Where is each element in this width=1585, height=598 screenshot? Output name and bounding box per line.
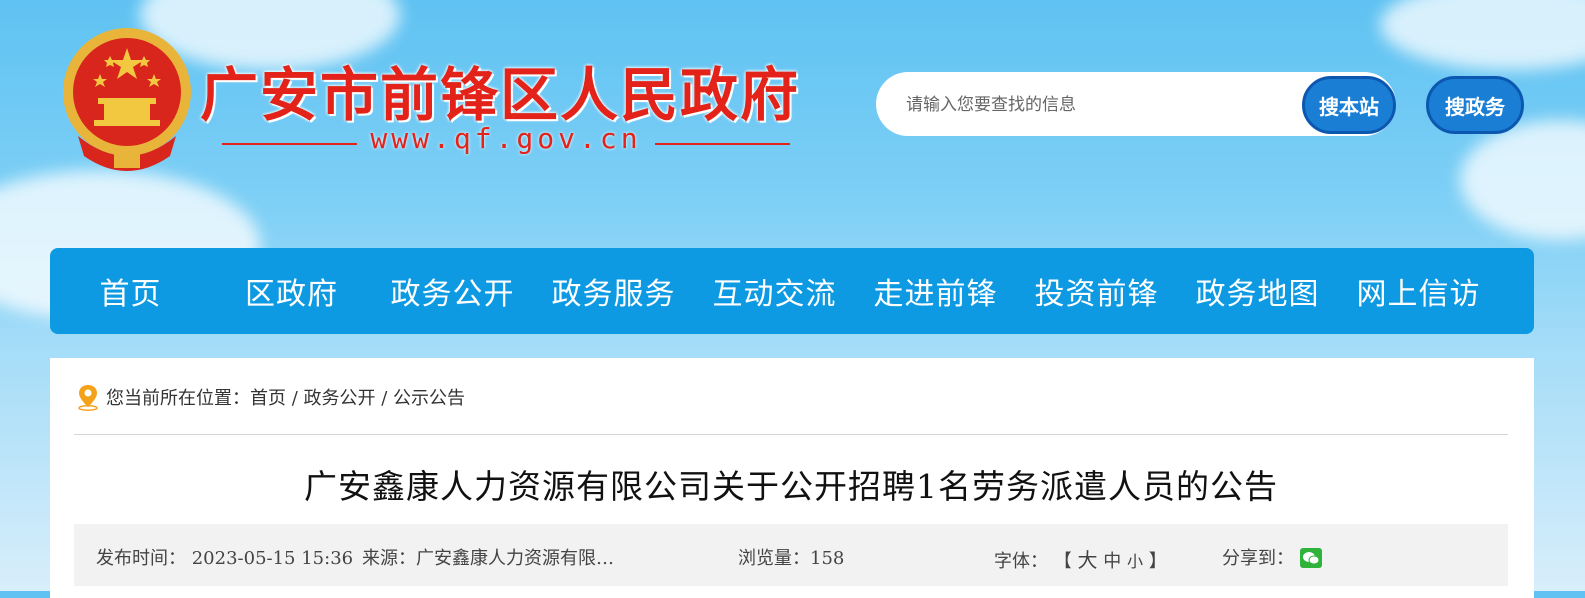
location-pin-icon [78,385,98,411]
font-bracket-open: 【 [1053,551,1072,572]
nav-item-about[interactable]: 走进前锋 [855,269,1016,313]
share-control: 分享到： [1222,544,1322,570]
breadcrumb-prefix: 您当前所在位置： [106,388,250,409]
site-url[interactable]: www.qf.gov.cn [222,122,790,155]
search-input[interactable] [904,90,1288,120]
decorative-line [655,143,790,145]
breadcrumb-path[interactable]: 首页 / 政务公开 / 公示公告 [250,384,465,410]
font-size-label: 字体： [994,551,1048,572]
nav-item-gov-services[interactable]: 政务服务 [533,269,694,313]
font-size-control: 字体： 【 大 中 小 】 [994,544,1167,573]
nav-item-district-gov[interactable]: 区政府 [211,269,372,313]
share-label: 分享到： [1222,548,1294,569]
breadcrumb: 您当前所在位置： 首页 / 政务公开 / 公示公告 [76,383,465,411]
cloud [1380,0,1585,70]
publish-time: 发布时间： 2023-05-15 15:36 [96,548,354,569]
nav-item-petition[interactable]: 网上信访 [1338,269,1499,313]
nav-item-gov-affairs-open[interactable]: 政务公开 [372,269,533,313]
cloud [1460,120,1585,240]
nav-item-interaction[interactable]: 互动交流 [694,269,855,313]
font-size-small[interactable]: 小 [1127,552,1143,571]
site-url-row: www.qf.gov.cn [222,122,790,162]
article-meta-bar: 发布时间： 2023-05-15 15:36 来源：广安鑫康人力资源有限… 浏览… [74,524,1508,586]
national-emblem [63,28,191,171]
search-site-button[interactable]: 搜本站 [1302,76,1396,134]
font-size-large[interactable]: 大 [1077,548,1097,572]
view-count: 浏览量：158 [738,548,845,569]
site-title: 广安市前锋区人民政府 [200,61,801,129]
font-bracket-close: 】 [1148,551,1167,572]
nav-item-gov-map[interactable]: 政务地图 [1177,269,1338,313]
article-source: 来源：广安鑫康人力资源有限… [362,548,614,569]
font-size-medium[interactable]: 中 [1103,551,1121,572]
nav-item-investment[interactable]: 投资前锋 [1016,269,1177,313]
main-nav: 首页 区政府 政务公开 政务服务 互动交流 走进前锋 投资前锋 政务地图 网上信… [50,248,1534,334]
search-gov-button[interactable]: 搜政务 [1426,76,1524,134]
wechat-icon[interactable] [1299,548,1322,568]
nav-item-home[interactable]: 首页 [50,269,211,313]
article-title: 广安鑫康人力资源有限公司关于公开招聘1名劳务派遣人员的公告 [304,467,1278,506]
divider [74,434,1508,435]
